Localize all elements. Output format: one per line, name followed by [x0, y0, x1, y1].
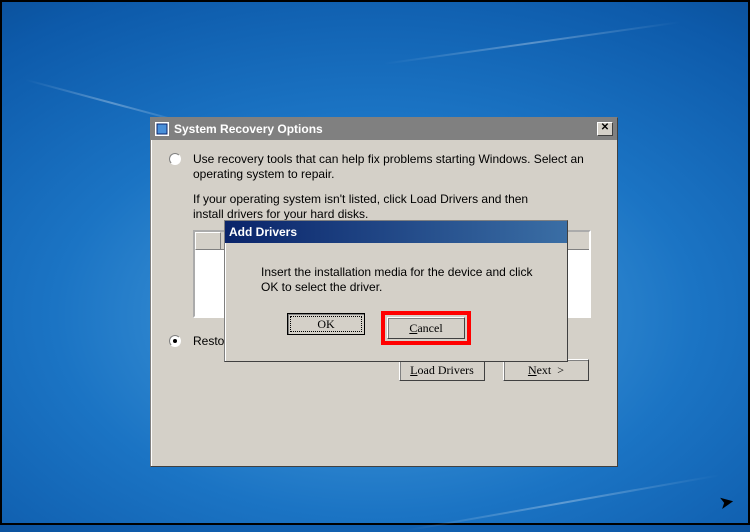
radio-unchecked-icon[interactable] [169, 153, 181, 165]
cancel-highlight: Cancel [381, 311, 471, 345]
option1-label: Use recovery tools that can help fix pro… [193, 152, 599, 182]
radio-checked-icon[interactable] [169, 335, 181, 347]
modal-titlebar: Add Drivers [225, 221, 567, 243]
next-button[interactable]: Next > [503, 359, 589, 381]
cancel-button[interactable]: Cancel [387, 317, 465, 339]
modal-message: Insert the installation media for the de… [225, 243, 567, 305]
hint-text: If your operating system isn't listed, c… [193, 192, 599, 222]
titlebar: System Recovery Options ✕ [151, 118, 617, 140]
col-blank [195, 232, 221, 250]
ok-wrap: OK [285, 311, 367, 345]
add-drivers-dialog: Add Drivers Insert the installation medi… [224, 220, 568, 362]
bottom-button-row: Load Drivers Next > [169, 359, 599, 381]
load-drivers-button[interactable]: Load Drivers [399, 359, 485, 381]
app-icon [155, 122, 169, 136]
option-recovery-tools[interactable]: Use recovery tools that can help fix pro… [169, 152, 599, 182]
close-icon[interactable]: ✕ [597, 122, 613, 136]
modal-button-row: OK Cancel [225, 305, 567, 345]
window-title: System Recovery Options [174, 122, 597, 136]
modal-title: Add Drivers [229, 225, 563, 239]
cursor-icon: ➤ [717, 491, 736, 514]
ok-button[interactable]: OK [287, 313, 365, 335]
